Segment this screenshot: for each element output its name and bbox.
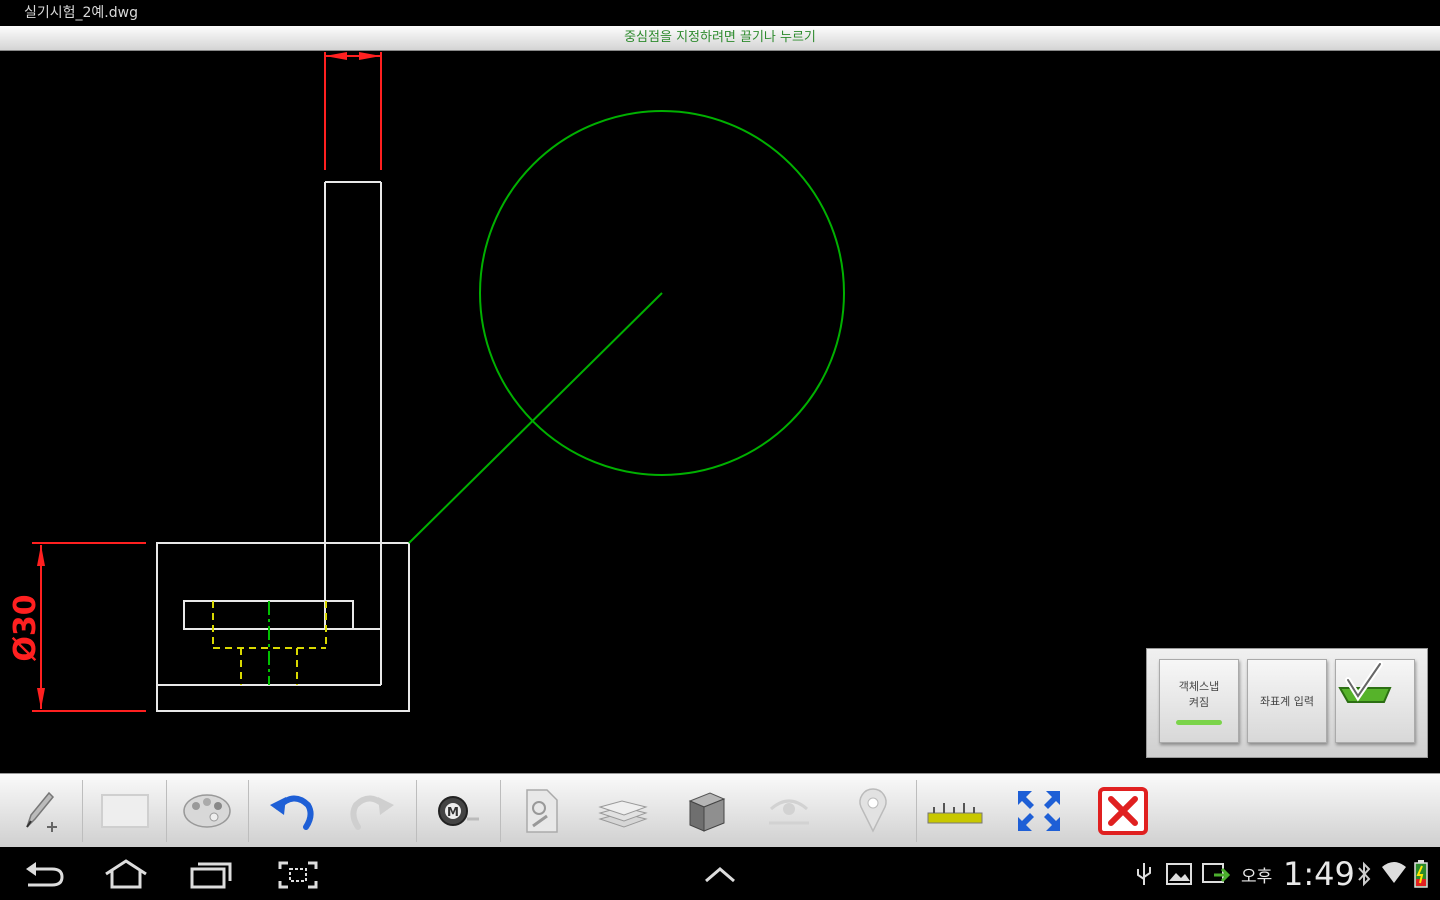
object-snap-label: 객체스냅 켜짐 [1178, 679, 1220, 709]
rectangle-icon [101, 794, 149, 828]
window-title-bar: 실기시험_2예.dwg [0, 0, 1440, 26]
coordinate-input-label: 좌표계 입력 [1259, 695, 1315, 708]
wifi-status [1380, 859, 1408, 887]
command-hint-bar: 중심점을 지정하려면 끌기나 누르기 [0, 26, 1440, 51]
sync-icon [1202, 863, 1230, 883]
redo-icon [350, 795, 394, 830]
palette-icon [183, 794, 231, 828]
pencil-add-tool[interactable] [8, 782, 74, 840]
toolbar-separator [166, 780, 167, 842]
expand-arrows-icon [1018, 791, 1060, 831]
back-button[interactable] [22, 859, 66, 889]
ruler-icon [927, 803, 983, 824]
svg-text:M: M [447, 805, 459, 819]
sync-notification [1200, 861, 1230, 887]
object-snap-button[interactable]: 객체스냅 켜짐 [1159, 659, 1239, 743]
top-dimension [324, 52, 382, 170]
bottom-toolbar: M [0, 773, 1440, 848]
measure-tool[interactable]: M [424, 782, 490, 840]
toolbar-separator [916, 780, 917, 842]
image-notification [1164, 861, 1194, 887]
dimension-tool[interactable] [922, 782, 988, 840]
snap-on-indicator [1176, 719, 1222, 725]
base-block [156, 542, 410, 712]
view-tool[interactable] [756, 782, 822, 840]
file-name: 실기시험_2예.dwg [24, 5, 138, 21]
status-time: 1:49 [1283, 855, 1355, 893]
toolbar-separator [82, 780, 83, 842]
recent-apps-icon [190, 862, 232, 889]
screenshot-icon [278, 861, 318, 889]
snap-panel: 객체스냅 켜짐 좌표계 입력 [1146, 648, 1428, 758]
bluetooth-icon [1358, 861, 1371, 887]
image-icon [1166, 863, 1192, 885]
palette-tool[interactable] [174, 782, 240, 840]
layers-icon [598, 800, 648, 828]
layers-tool[interactable] [590, 782, 656, 840]
left-dimension [32, 542, 146, 712]
fullscreen-tool[interactable] [1006, 782, 1072, 840]
home-button[interactable] [102, 859, 150, 889]
dimension-text: Ø30 [8, 594, 43, 661]
battery-status [1412, 859, 1430, 889]
undo-icon [270, 795, 314, 830]
toolbar-separator [500, 780, 501, 842]
3d-box-tool[interactable] [672, 782, 738, 840]
wifi-icon [1382, 862, 1406, 883]
coordinate-input-button[interactable]: 좌표계 입력 [1247, 659, 1327, 743]
battery-charging-icon [1414, 860, 1428, 888]
usb-status [1132, 861, 1156, 887]
document-gear-icon [526, 789, 558, 833]
rectangle-tool[interactable] [92, 782, 158, 840]
pencil-plus-icon [26, 791, 57, 832]
cube-icon [688, 792, 726, 832]
tape-measure-icon: M [438, 796, 479, 826]
drawing-canvas[interactable]: Ø30 객체스냅 켜짐 좌표계 입력 [0, 51, 1440, 773]
command-hint-text: 중심점을 지정하려면 끌기나 누르기 [624, 30, 816, 45]
toolbar-separator [248, 780, 249, 842]
undo-tool[interactable] [258, 782, 324, 840]
recent-apps-button[interactable] [188, 859, 234, 889]
eye-icon [769, 799, 809, 825]
usb-icon [1137, 863, 1151, 885]
redo-tool[interactable] [340, 782, 406, 840]
status-ampm: 오후 [1241, 867, 1273, 887]
show-menu-button[interactable] [700, 859, 740, 889]
close-icon [1098, 787, 1148, 835]
close-tool[interactable] [1090, 782, 1156, 840]
home-icon [105, 859, 147, 889]
check-icon [1338, 661, 1392, 703]
toolbar-separator [416, 780, 417, 842]
pin-icon [859, 788, 887, 833]
radius-rubberband [408, 292, 663, 544]
document-tool[interactable] [508, 782, 574, 840]
back-icon [26, 862, 64, 887]
chevron-up-icon [705, 867, 735, 883]
confirm-button[interactable] [1335, 659, 1415, 743]
screenshot-button[interactable] [276, 859, 320, 891]
bluetooth-status [1356, 861, 1372, 887]
android-navigation-bar: 오후 1:49 [0, 847, 1440, 900]
location-tool[interactable] [840, 782, 906, 840]
